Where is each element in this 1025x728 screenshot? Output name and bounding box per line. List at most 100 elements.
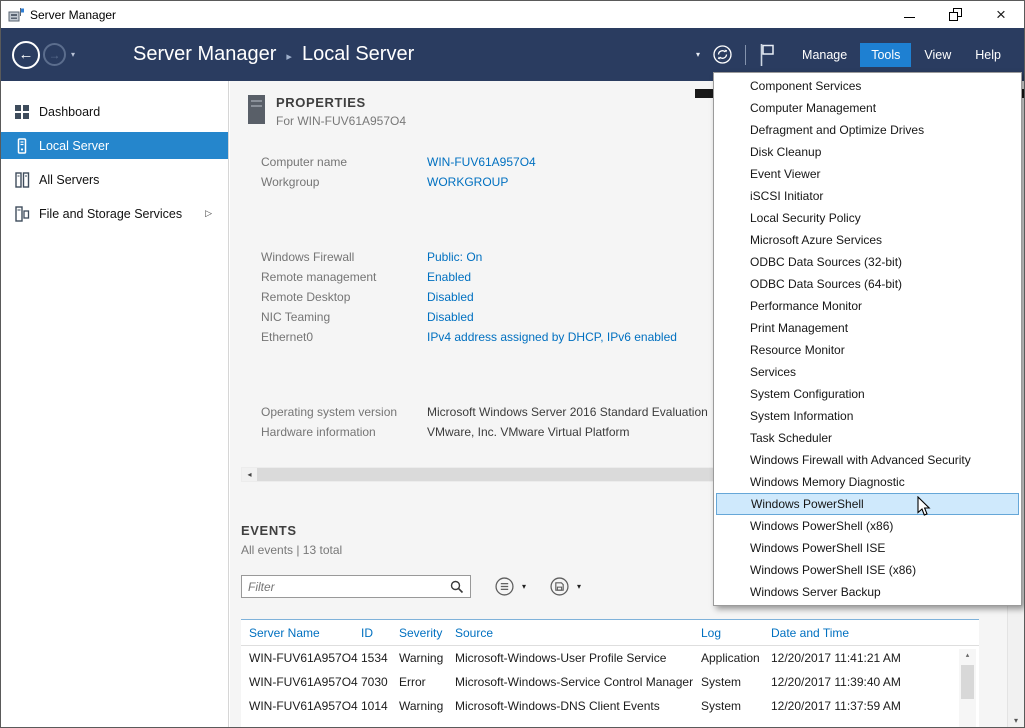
property-value-link[interactable]: WORKGROUP — [427, 175, 508, 189]
tools-menu-item-resource-monitor[interactable]: Resource Monitor — [714, 339, 1021, 361]
property-value: VMware, Inc. VMware Virtual Platform — [427, 425, 630, 439]
tools-menu-item-windows-firewall-advanced[interactable]: Windows Firewall with Advanced Security — [714, 449, 1021, 471]
properties-tile-icon — [248, 95, 265, 124]
column-header-id[interactable]: ID — [361, 626, 399, 640]
tools-menu-item-system-configuration[interactable]: System Configuration — [714, 383, 1021, 405]
tools-menu-item-disk-cleanup[interactable]: Disk Cleanup — [714, 141, 1021, 163]
breadcrumb-current: Local Server — [302, 43, 414, 66]
property-value-link[interactable]: IPv4 address assigned by DHCP, IPv6 enab… — [427, 330, 677, 344]
sidebar-item-label: All Servers — [39, 173, 99, 187]
cell-id: 1014 — [361, 699, 399, 713]
minimize-button[interactable] — [886, 1, 932, 28]
property-label: Remote Desktop — [261, 290, 427, 304]
minimize-icon — [904, 17, 915, 18]
events-vertical-scrollbar[interactable]: ▴ — [959, 649, 976, 728]
breadcrumb-separator-icon: ▸ — [286, 47, 292, 63]
events-title: EVENTS — [241, 523, 342, 538]
event-row[interactable]: WIN-FUV61A957O4 1534 Warning Microsoft-W… — [241, 646, 979, 670]
cell-severity: Error — [399, 675, 455, 689]
scrollbar-thumb[interactable] — [257, 468, 762, 481]
tools-menu-item-services[interactable]: Services — [714, 361, 1021, 383]
column-header-date-time[interactable]: Date and Time — [771, 626, 979, 640]
property-value-link[interactable]: Public: On — [427, 250, 482, 264]
tools-menu-item-windows-powershell-ise[interactable]: Windows PowerShell ISE — [714, 537, 1021, 559]
nav-history-caret-icon[interactable]: ▾ — [71, 50, 75, 59]
tools-menu-item-component-services[interactable]: Component Services — [714, 75, 1021, 97]
scroll-up-button[interactable]: ▴ — [959, 649, 976, 663]
tools-menu-item-system-information[interactable]: System Information — [714, 405, 1021, 427]
cell-source: Microsoft-Windows-DNS Client Events — [455, 699, 701, 713]
event-row[interactable]: WIN-FUV61A957O4 7030 Error Microsoft-Win… — [241, 670, 979, 694]
tools-menu-item-computer-management[interactable]: Computer Management — [714, 97, 1021, 119]
tools-menu-item-windows-powershell-x86[interactable]: Windows PowerShell (x86) — [714, 515, 1021, 537]
dashboard-icon — [14, 104, 30, 120]
close-button[interactable]: × — [978, 1, 1024, 28]
column-header-severity[interactable]: Severity — [399, 626, 455, 640]
save-query-dropdown-button[interactable]: ▾ — [550, 577, 581, 596]
cell-log: System — [701, 699, 771, 713]
property-label: Operating system version — [261, 405, 427, 419]
scroll-down-button[interactable]: ▾ — [1008, 716, 1024, 725]
tools-dropdown-menu: Component Services Computer Management D… — [713, 72, 1022, 606]
cell-id: 7030 — [361, 675, 399, 689]
tools-menu-item-windows-server-backup[interactable]: Windows Server Backup — [714, 581, 1021, 603]
back-button[interactable]: ← — [12, 41, 40, 69]
column-header-log[interactable]: Log — [701, 626, 771, 640]
menu-help[interactable]: Help — [964, 43, 1012, 67]
cell-severity: Warning — [399, 699, 455, 713]
column-header-server-name[interactable]: Server Name — [241, 626, 361, 640]
cell-date-time: 12/20/2017 11:41:21 AM — [771, 651, 979, 665]
refresh-button[interactable] — [713, 45, 732, 64]
events-subtitle: All events | 13 total — [241, 543, 342, 557]
property-value-link[interactable]: WIN-FUV61A957O4 — [427, 155, 536, 169]
sidebar-item-label: Local Server — [39, 139, 109, 153]
filter-field — [241, 575, 471, 598]
saved-queries-dropdown-button[interactable]: ▾ — [495, 577, 526, 596]
sidebar-item-dashboard[interactable]: Dashboard — [1, 98, 228, 125]
tools-menu-item-windows-powershell-ise-x86[interactable]: Windows PowerShell ISE (x86) — [714, 559, 1021, 581]
tools-menu-item-defragment[interactable]: Defragment and Optimize Drives — [714, 119, 1021, 141]
tools-menu-item-odbc-64[interactable]: ODBC Data Sources (64-bit) — [714, 273, 1021, 295]
column-header-source[interactable]: Source — [455, 626, 701, 640]
sidebar-item-local-server[interactable]: Local Server — [1, 132, 228, 159]
notifications-flag-button[interactable] — [759, 43, 775, 67]
cell-server-name: WIN-FUV61A957O4 — [241, 699, 361, 713]
tools-menu-item-performance-monitor[interactable]: Performance Monitor — [714, 295, 1021, 317]
property-value-link[interactable]: Disabled — [427, 310, 474, 324]
expand-chevron-icon[interactable]: ▷ — [205, 208, 212, 219]
tools-menu-item-local-security-policy[interactable]: Local Security Policy — [714, 207, 1021, 229]
menu-tools[interactable]: Tools — [860, 43, 911, 67]
menu-view[interactable]: View — [913, 43, 962, 67]
tools-menu-item-odbc-32[interactable]: ODBC Data Sources (32-bit) — [714, 251, 1021, 273]
cell-log: System — [701, 675, 771, 689]
property-label: Remote management — [261, 270, 427, 284]
tools-menu-item-microsoft-azure-services[interactable]: Microsoft Azure Services — [714, 229, 1021, 251]
menu-manage[interactable]: Manage — [791, 43, 858, 67]
events-filter-bar: ▾ ▾ — [241, 575, 581, 598]
property-value-link[interactable]: Disabled — [427, 290, 474, 304]
tools-menu-item-event-viewer[interactable]: Event Viewer — [714, 163, 1021, 185]
scrollbar-thumb[interactable] — [961, 665, 974, 699]
save-icon — [550, 577, 569, 596]
forward-button[interactable]: → — [43, 43, 66, 66]
tools-menu-item-task-scheduler[interactable]: Task Scheduler — [714, 427, 1021, 449]
sidebar: Dashboard Local Server — [1, 81, 229, 727]
property-value-link[interactable]: Enabled — [427, 270, 471, 284]
tools-menu-item-print-management[interactable]: Print Management — [714, 317, 1021, 339]
sidebar-item-file-storage-services[interactable]: File and Storage Services ▷ — [1, 200, 228, 227]
tools-menu-item-windows-powershell[interactable]: Windows PowerShell — [716, 493, 1019, 515]
scroll-left-button[interactable]: ◂ — [242, 468, 257, 481]
sidebar-item-all-servers[interactable]: All Servers — [1, 166, 228, 193]
event-row[interactable]: WIN-FUV61A957O4 1014 Warning Microsoft-W… — [241, 694, 979, 718]
scope-caret-icon[interactable]: ▾ — [696, 50, 700, 59]
cell-server-name: WIN-FUV61A957O4 — [241, 675, 361, 689]
tools-menu-item-windows-memory-diagnostic[interactable]: Windows Memory Diagnostic — [714, 471, 1021, 493]
maximize-button[interactable] — [932, 1, 978, 28]
mouse-cursor — [917, 496, 931, 517]
search-icon[interactable] — [450, 580, 464, 594]
breadcrumb-root[interactable]: Server Manager — [133, 43, 276, 66]
server-icon — [14, 138, 30, 154]
tools-menu-item-iscsi-initiator[interactable]: iSCSI Initiator — [714, 185, 1021, 207]
cell-id: 1534 — [361, 651, 399, 665]
filter-input[interactable] — [248, 580, 450, 594]
